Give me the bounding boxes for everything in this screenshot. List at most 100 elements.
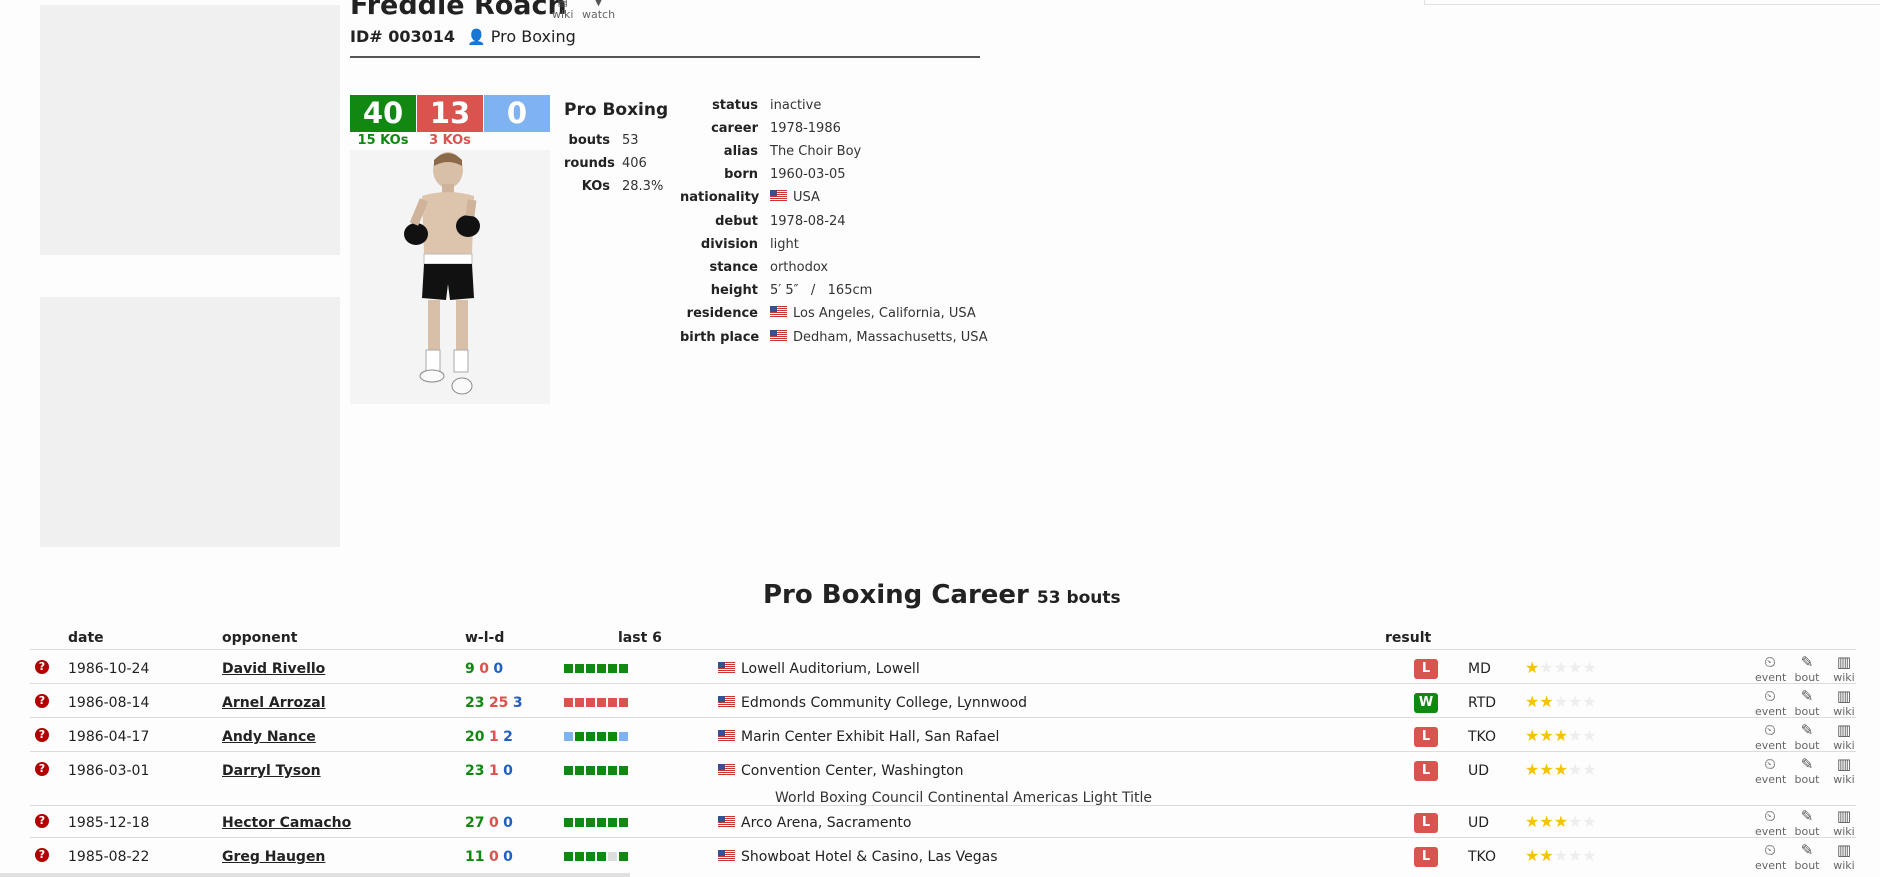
help-icon[interactable]: ? [35,762,49,776]
row-divider [30,751,1856,752]
event-label: event [1755,859,1787,872]
form-square-w [597,732,606,741]
bout-label: bout [1794,825,1820,838]
form-square-w [619,818,628,827]
wiki-link[interactable]: ▤ wiki [552,0,573,21]
record-l: 1 [488,729,499,745]
event-link[interactable]: ⏲ event [1755,756,1787,787]
wiki-link[interactable]: ▥ wiki [1829,722,1859,753]
record-d: 2 [503,729,513,745]
event-link[interactable]: ⏲ event [1755,654,1786,685]
opponent-link[interactable]: David Rivello [222,661,325,677]
event-icon: ⏲ [1764,841,1776,859]
form-square-n [608,852,617,861]
bout-link[interactable]: ✎ bout [1792,842,1822,873]
wiki-link[interactable]: ▥ wiki [1829,807,1859,839]
rating-stars: ★★★★★ [1525,726,1597,745]
help-icon[interactable]: ? [35,848,49,862]
bout-icon: ✎ [1800,755,1814,773]
bio-value-residence: Los Angeles, California, USA [770,306,976,321]
help-icon[interactable]: ? [35,694,49,708]
event-link[interactable]: ⏲ event [1755,841,1787,873]
us-flag-icon [718,764,735,776]
bout-icon: ✎ [1800,807,1814,825]
bio-value-text: light [770,237,799,252]
form-square-w [575,664,584,673]
bout-date: 1986-08-14 [68,695,150,711]
bout-link[interactable]: ✎ bout [1792,807,1822,839]
bio-key-birth-place: birth place [680,330,760,345]
opponent-link[interactable]: Hector Camacho [222,815,351,831]
us-flag-icon [718,850,735,862]
wiki-link[interactable]: ▥ wiki [1829,654,1859,685]
bio-key-height: height [710,283,758,298]
bout-label: bout [1794,705,1820,718]
last-six-form [564,732,628,741]
bout-link[interactable]: ✎ bout [1792,722,1822,753]
wiki-link[interactable]: ▥ wiki [1829,756,1859,787]
wiki-link[interactable]: ▥ wiki [1829,688,1859,719]
watch-link[interactable]: ▼ watch [582,0,615,21]
form-square-w [575,852,584,861]
venue: Showboat Hotel & Casino, Las Vegas [718,849,998,865]
wiki-icon: ▤ [557,0,568,8]
help-icon[interactable]: ? [35,728,49,742]
summary-value: 406 [622,156,647,171]
form-square-w [608,818,617,827]
opponent-link[interactable]: Darryl Tyson [222,763,321,779]
event-link[interactable]: ⏲ event [1755,721,1786,753]
bio-key-status: status [712,98,758,113]
summary-key: KOs [581,179,610,194]
event-label: event [1755,773,1787,786]
summary-value: 53 [622,133,639,148]
bio-value-born: 1960-03-05 [770,167,846,182]
summary-title: Pro Boxing [564,100,669,120]
bio-value-text: 1978-08-24 [770,214,846,229]
bio-value-text: USA [793,190,820,205]
opponent-link[interactable]: Arnel Arrozal [222,695,326,711]
form-square-w [597,766,606,775]
help-icon[interactable]: ? [35,814,49,828]
col-opponent[interactable]: opponent [222,630,297,646]
record-d: 0 [493,661,504,677]
event-link[interactable]: ⏲ event [1755,808,1786,839]
bout-link[interactable]: ✎ bout [1792,755,1822,787]
form-square-w [608,664,617,673]
boxer-photo [350,150,550,404]
form-square-d [564,732,573,741]
record-w: 23 [465,763,485,779]
us-flag-icon [770,330,787,342]
bout-link[interactable]: ✎ bout [1792,654,1822,685]
form-square-w [608,766,617,775]
row-divider [30,717,1856,718]
form-square-w [586,732,595,741]
horizontal-scrollbar[interactable] [0,873,630,877]
venue: Lowell Auditorium, Lowell [718,661,920,677]
top-right-panel [1424,0,1880,5]
col-date[interactable]: date [68,630,104,646]
bout-date: 1986-10-24 [68,661,150,677]
bio-value-text: 5′ 5″ / 165cm [770,283,873,298]
bio-value-text: 1960-03-05 [770,167,846,182]
help-icon[interactable]: ? [35,660,49,674]
bio-key-alias: alias [723,144,758,159]
opponent-link[interactable]: Greg Haugen [222,849,325,865]
bout-date: 1986-03-01 [68,763,150,779]
bio-key-division: division [700,237,758,252]
opponent-link[interactable]: Andy Nance [222,729,316,745]
us-flag-icon [718,696,735,708]
us-flag-icon [718,730,735,742]
bio-value-status: inactive [770,98,821,113]
event-icon: ⏲ [1764,721,1776,739]
wiki-icon: ▥ [1836,807,1852,825]
form-square-l [564,698,573,707]
event-link[interactable]: ⏲ event [1755,688,1786,719]
record-d: 0 [503,815,513,831]
form-square-d [619,732,628,741]
bout-link[interactable]: ✎ bout [1792,688,1822,719]
rating-stars: ★★★★★ [1525,658,1597,677]
record-w: 27 [465,815,485,831]
bout-label: bout [1794,773,1820,786]
form-square-l [597,698,606,707]
wiki-link[interactable]: ▥ wiki [1829,842,1859,873]
